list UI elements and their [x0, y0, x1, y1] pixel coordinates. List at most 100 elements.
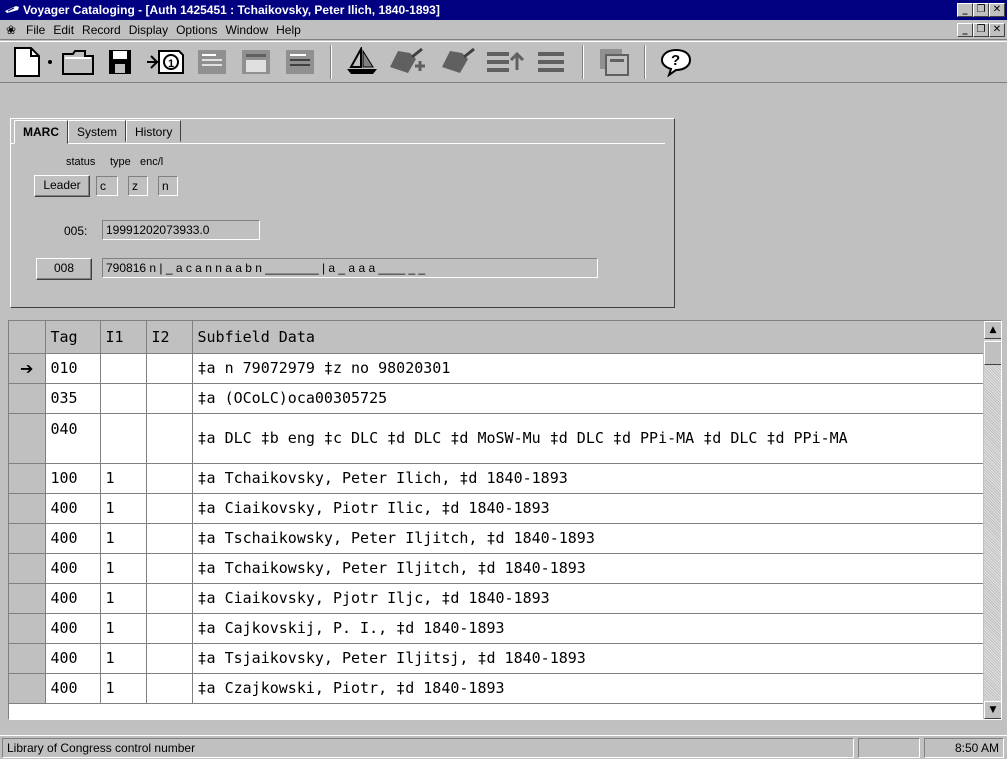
help-icon[interactable]: ?	[654, 44, 698, 80]
indicator1-cell[interactable]: 1	[100, 673, 147, 704]
retrieve-icon[interactable]: 1	[140, 44, 190, 80]
subfield-data-cell[interactable]: ‡a Cajkovskij, P. I., ‡d 1840-1893	[192, 613, 984, 644]
indicator1-cell[interactable]	[100, 383, 147, 414]
tag-cell[interactable]: 400	[45, 673, 101, 704]
row-selector[interactable]	[9, 463, 46, 494]
voyager-app-icon[interactable]	[4, 3, 20, 17]
menu-file[interactable]: File	[22, 23, 49, 37]
templates-icon[interactable]	[592, 44, 636, 80]
table-row[interactable]: 035 ‡a (OCoLC)oca00305725	[9, 383, 984, 414]
subfield-data-cell[interactable]: ‡a (OCoLC)oca00305725	[192, 383, 984, 414]
pointing-hand-add-icon[interactable]	[384, 44, 436, 80]
row-selector[interactable]	[9, 673, 46, 704]
new-record-icon[interactable]	[10, 44, 44, 80]
tag-cell[interactable]: 100	[45, 463, 101, 494]
column-header-subfield-data[interactable]: Subfield Data	[192, 321, 984, 354]
table-row[interactable]: 400 1 ‡a Cajkovskij, P. I., ‡d 1840-1893	[9, 613, 984, 644]
tag-cell[interactable]: 400	[45, 643, 101, 674]
indicator1-cell[interactable]	[100, 413, 147, 464]
column-header-tag[interactable]: Tag	[45, 321, 101, 354]
doc-minimize-button[interactable]: _	[957, 23, 973, 37]
indicator2-cell[interactable]	[146, 413, 193, 464]
tag-cell[interactable]: 400	[45, 523, 101, 554]
tab-history[interactable]: History	[126, 120, 182, 142]
row-selector[interactable]: ➔	[9, 353, 46, 384]
indicator2-cell[interactable]	[146, 353, 193, 384]
indicator2-cell[interactable]	[146, 463, 193, 494]
export-list-icon[interactable]	[278, 44, 322, 80]
indicator1-cell[interactable]: 1	[100, 613, 147, 644]
vertical-scrollbar[interactable]: ▲ ▼	[983, 321, 1001, 719]
scroll-up-icon[interactable]: ▲	[984, 321, 1001, 339]
subfield-data-cell[interactable]: ‡a n 79072979 ‡z no 98020301	[192, 353, 984, 384]
column-header-i1[interactable]: I1	[100, 321, 147, 354]
indicator2-cell[interactable]	[146, 383, 193, 414]
subfield-data-cell[interactable]: ‡a Tchaikowsky, Peter Iljitch, ‡d 1840-1…	[192, 553, 984, 584]
import-icon[interactable]	[190, 44, 234, 80]
leader-status-field[interactable]: c	[96, 176, 118, 196]
row-selector[interactable]	[9, 383, 46, 414]
indicator1-cell[interactable]: 1	[100, 493, 147, 524]
tag-cell[interactable]: 400	[45, 613, 101, 644]
table-row[interactable]: ➔ 010 ‡a n 79072979 ‡z no 98020301	[9, 353, 984, 384]
table-row[interactable]: 400 1 ‡a Tchaikowsky, Peter Iljitch, ‡d …	[9, 553, 984, 584]
tag-cell[interactable]: 040	[45, 413, 101, 464]
row-selector[interactable]	[9, 553, 46, 584]
new-dropdown-icon[interactable]	[44, 44, 56, 80]
table-row[interactable]: 040 ‡a DLC ‡b eng ‡c DLC ‡d DLC ‡d MoSW-…	[9, 413, 984, 464]
list-add-icon[interactable]	[480, 44, 530, 80]
minimize-button[interactable]: _	[957, 3, 973, 17]
scrollbar-thumb[interactable]	[984, 341, 1001, 365]
row-selector[interactable]	[9, 613, 46, 644]
tag-cell[interactable]: 035	[45, 383, 101, 414]
tag-cell[interactable]: 010	[45, 353, 101, 384]
menu-display[interactable]: Display	[125, 23, 172, 37]
open-folder-icon[interactable]	[56, 44, 100, 80]
field-005-value[interactable]: 19991202073933.0	[102, 220, 260, 240]
indicator2-cell[interactable]	[146, 493, 193, 524]
boat-icon[interactable]	[340, 44, 384, 80]
menu-help[interactable]: Help	[272, 23, 305, 37]
scroll-down-icon[interactable]: ▼	[984, 701, 1001, 719]
subfield-data-cell[interactable]: ‡a Tsjaikovsky, Peter Iljitsj, ‡d 1840-1…	[192, 643, 984, 674]
menu-options[interactable]: Options	[172, 23, 221, 37]
indicator2-cell[interactable]	[146, 643, 193, 674]
indicator1-cell[interactable]	[100, 353, 147, 384]
row-selector[interactable]	[9, 413, 46, 464]
close-button[interactable]: ✕	[989, 3, 1005, 17]
indicator1-cell[interactable]: 1	[100, 523, 147, 554]
indicator2-cell[interactable]	[146, 523, 193, 554]
export-icon[interactable]	[234, 44, 278, 80]
table-row[interactable]: 400 1 ‡a Tsjaikovsky, Peter Iljitsj, ‡d …	[9, 643, 984, 674]
save-disk-icon[interactable]	[100, 44, 140, 80]
indicator2-cell[interactable]	[146, 553, 193, 584]
row-selector[interactable]	[9, 523, 46, 554]
tab-marc[interactable]: MARC	[14, 120, 68, 144]
table-row[interactable]: 400 1 ‡a Czajkowski, Piotr, ‡d 1840-1893	[9, 673, 984, 704]
indicator1-cell[interactable]: 1	[100, 643, 147, 674]
doc-restore-button[interactable]: ❐	[973, 23, 989, 37]
row-selector[interactable]	[9, 493, 46, 524]
field-008-button[interactable]: 008	[36, 258, 92, 280]
menu-window[interactable]: Window	[221, 23, 272, 37]
tag-cell[interactable]: 400	[45, 493, 101, 524]
tag-cell[interactable]: 400	[45, 553, 101, 584]
subfield-data-cell[interactable]: ‡a Tchaikovsky, Peter Ilich, ‡d 1840-189…	[192, 463, 984, 494]
field-008-value[interactable]: 790816 n | _ a c a n n a a b n ________ …	[102, 258, 598, 278]
subfield-data-cell[interactable]: ‡a DLC ‡b eng ‡c DLC ‡d DLC ‡d MoSW-Mu ‡…	[192, 413, 984, 464]
indicator2-cell[interactable]	[146, 673, 193, 704]
table-row[interactable]: 100 1 ‡a Tchaikovsky, Peter Ilich, ‡d 18…	[9, 463, 984, 494]
row-selector[interactable]	[9, 643, 46, 674]
column-header-i2[interactable]: I2	[146, 321, 193, 354]
leader-type-field[interactable]: z	[128, 176, 148, 196]
restore-button[interactable]: ❐	[973, 3, 989, 17]
document-system-icon[interactable]: ❀	[2, 23, 20, 37]
doc-close-button[interactable]: ✕	[989, 23, 1005, 37]
menu-edit[interactable]: Edit	[49, 23, 78, 37]
leader-button[interactable]: Leader	[34, 175, 90, 197]
table-row[interactable]: 400 1 ‡a Tschaikowsky, Peter Iljitch, ‡d…	[9, 523, 984, 554]
table-row[interactable]: 400 1 ‡a Ciaikovsky, Pjotr Iljc, ‡d 1840…	[9, 583, 984, 614]
indicator1-cell[interactable]: 1	[100, 463, 147, 494]
subfield-data-cell[interactable]: ‡a Tschaikowsky, Peter Iljitch, ‡d 1840-…	[192, 523, 984, 554]
subfield-data-cell[interactable]: ‡a Czajkowski, Piotr, ‡d 1840-1893	[192, 673, 984, 704]
